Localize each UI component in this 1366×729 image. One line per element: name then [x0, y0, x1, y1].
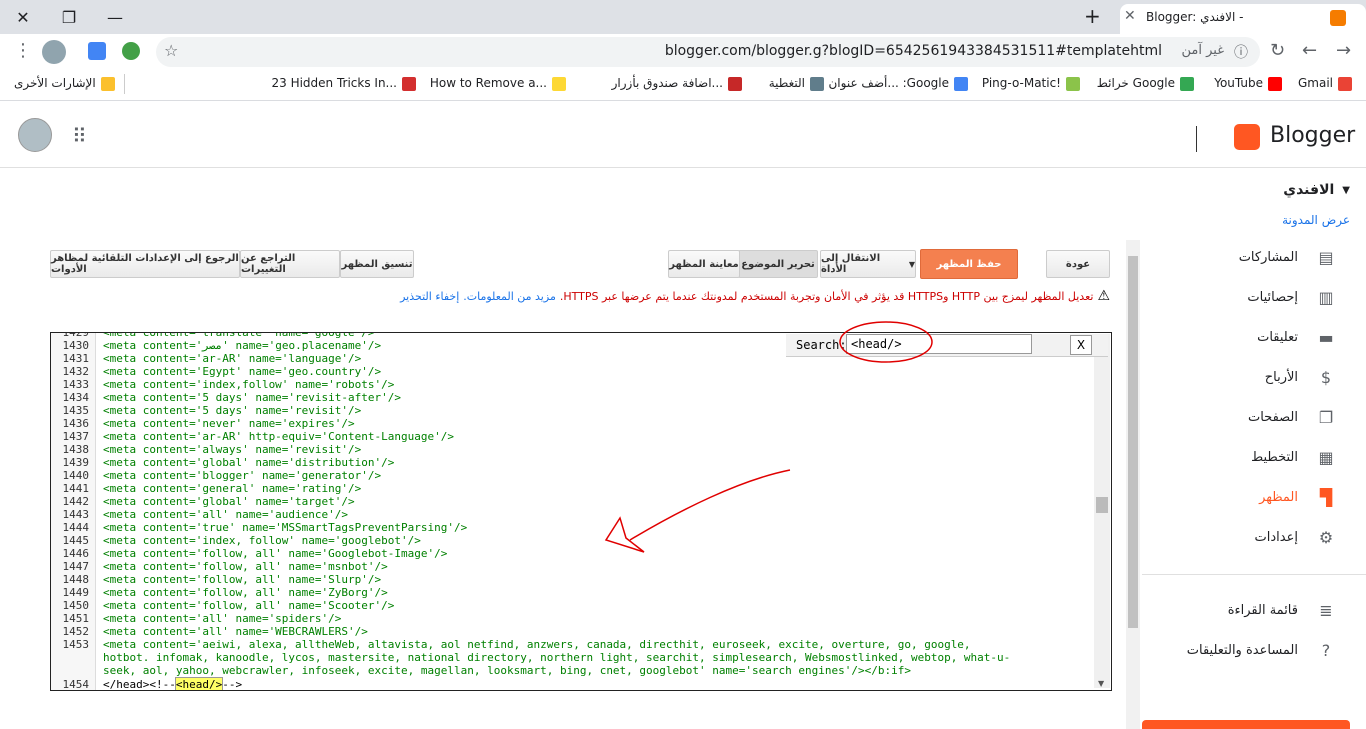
annotation-circle	[839, 321, 933, 363]
annotation-overlay	[604, 321, 933, 553]
annotation-arrow-line	[629, 469, 791, 541]
